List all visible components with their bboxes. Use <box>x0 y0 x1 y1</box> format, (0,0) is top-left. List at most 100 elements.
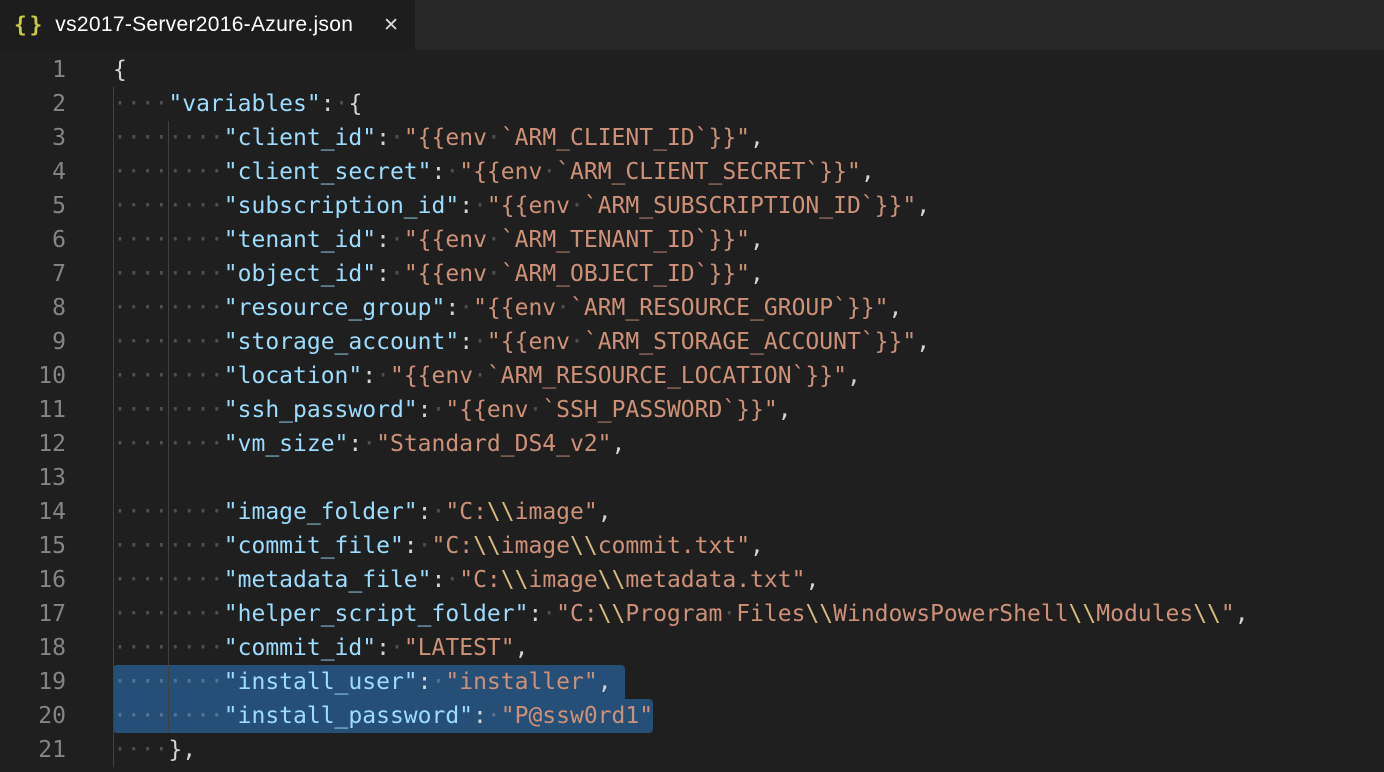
code-token: "{{env <box>473 295 556 321</box>
code-line-8[interactable]: 8········"resource_group":·"{{env·`ARM_R… <box>0 291 1384 325</box>
code-line-5[interactable]: 5········"subscription_id":·"{{env·`ARM_… <box>0 189 1384 223</box>
code-line-3[interactable]: 3········"client_id":·"{{env·`ARM_CLIENT… <box>0 121 1384 155</box>
code-token: "Standard_DS4_v2" <box>376 431 611 457</box>
code-token: , <box>1235 601 1249 627</box>
whitespace-dots: · <box>418 533 432 559</box>
indent-guide <box>168 563 169 597</box>
indent-guide <box>113 87 114 121</box>
line-number: 3 <box>0 121 66 155</box>
indent-guide <box>113 121 114 155</box>
code-line-13[interactable]: 13 <box>0 461 1384 495</box>
indent-guide <box>168 189 169 223</box>
indent-guide <box>168 665 169 699</box>
code-token: `ARM_SUBSCRIPTION_ID`}}" <box>584 193 916 219</box>
line-number: 6 <box>0 223 66 257</box>
code-token: image <box>528 567 597 593</box>
line-number: 2 <box>0 87 66 121</box>
code-token: , <box>750 227 764 253</box>
code-line-14[interactable]: 14········"image_folder":·"C:\\image", <box>0 495 1384 529</box>
close-tab-icon[interactable]: ✕ <box>383 14 399 36</box>
indent-guide <box>113 155 114 189</box>
code-line-16[interactable]: 16········"metadata_file":·"C:\\image\\m… <box>0 563 1384 597</box>
tab-bar: {} vs2017-Server2016-Azure.json ✕ <box>0 0 1384 50</box>
code-line-content: ········"install_password":·"P@ssw0rd1" <box>66 699 1384 733</box>
code-token: }, <box>168 737 196 763</box>
code-token: "C: <box>459 567 501 593</box>
code-token: "P@ssw0rd1" <box>501 703 653 729</box>
code-line-content: ········"ssh_password":·"{{env·`SSH_PASS… <box>66 393 1384 427</box>
code-token: "{{env <box>459 159 542 185</box>
line-number: 18 <box>0 631 66 665</box>
code-token: "location" <box>224 363 362 389</box>
code-line-1[interactable]: 1{ <box>0 53 1384 87</box>
code-token: "{{env <box>404 227 487 253</box>
whitespace-dots: · <box>570 193 584 219</box>
code-line-content: ········"metadata_file":·"C:\\image\\met… <box>66 563 1384 597</box>
code-line-4[interactable]: 4········"client_secret":·"{{env·`ARM_CL… <box>0 155 1384 189</box>
whitespace-dots: ···· <box>113 91 168 117</box>
code-line-content: ····"variables":·{ <box>66 87 1384 121</box>
code-token: , <box>889 295 903 321</box>
indent-guide <box>113 189 114 223</box>
code-line-11[interactable]: 11········"ssh_password":·"{{env·`SSH_PA… <box>0 393 1384 427</box>
indent-guide <box>168 461 169 495</box>
code-line-6[interactable]: 6········"tenant_id":·"{{env·`ARM_TENANT… <box>0 223 1384 257</box>
code-token: "{{env <box>445 397 528 423</box>
code-line-18[interactable]: 18········"commit_id":·"LATEST", <box>0 631 1384 665</box>
indent-guide <box>113 665 114 699</box>
tab-title: vs2017-Server2016-Azure.json <box>55 13 353 37</box>
code-token: , <box>750 125 764 151</box>
indent-guide <box>113 223 114 257</box>
whitespace-dots: ···· <box>113 737 168 763</box>
indent-guide <box>113 427 114 461</box>
code-line-17[interactable]: 17········"helper_script_folder":·"C:\\P… <box>0 597 1384 631</box>
code-token: , <box>847 363 861 389</box>
code-line-21[interactable]: 21····}, <box>0 733 1384 767</box>
line-text: ········"object_id":·"{{env·`ARM_OBJECT_… <box>113 257 764 291</box>
code-token: `ARM_OBJECT_ID`}}" <box>501 261 750 287</box>
indent-guide <box>113 597 114 631</box>
whitespace-dots: · <box>542 159 556 185</box>
indent-guide <box>168 393 169 427</box>
indent-guide <box>113 461 114 495</box>
code-line-10[interactable]: 10········"location":·"{{env·`ARM_RESOUR… <box>0 359 1384 393</box>
code-token: Program <box>625 601 722 627</box>
code-token: , <box>861 159 875 185</box>
code-line-12[interactable]: 12········"vm_size":·"Standard_DS4_v2", <box>0 427 1384 461</box>
code-line-2[interactable]: 2····"variables":·{ <box>0 87 1384 121</box>
code-token: "helper_script_folder" <box>224 601 529 627</box>
code-line-20[interactable]: 20········"install_password":·"P@ssw0rd1… <box>0 699 1384 733</box>
indent-guide <box>168 597 169 631</box>
line-number: 1 <box>0 53 66 87</box>
code-token: image" <box>515 499 598 525</box>
line-number: 17 <box>0 597 66 631</box>
tab-vs2017-server2016-azure-json[interactable]: {} vs2017-Server2016-Azure.json ✕ <box>0 0 415 50</box>
whitespace-dots: · <box>487 125 501 151</box>
code-token: : <box>418 397 432 423</box>
code-line-9[interactable]: 9········"storage_account":·"{{env·`ARM_… <box>0 325 1384 359</box>
editor-pane[interactable]: 1{2····"variables":·{3········"client_id… <box>0 50 1384 767</box>
code-line-7[interactable]: 7········"object_id":·"{{env·`ARM_OBJECT… <box>0 257 1384 291</box>
whitespace-dots: · <box>376 363 390 389</box>
indent-guide <box>168 257 169 291</box>
code-token: "{{env <box>390 363 473 389</box>
code-token: "commit_id" <box>224 635 376 661</box>
code-token: : <box>362 363 376 389</box>
code-token: "storage_account" <box>224 329 459 355</box>
code-line-content: ····}, <box>66 733 1384 767</box>
code-line-15[interactable]: 15········"commit_file":·"C:\\image\\com… <box>0 529 1384 563</box>
line-number: 11 <box>0 393 66 427</box>
code-token: "{{env <box>404 125 487 151</box>
line-number: 20 <box>0 699 66 733</box>
code-token: "install_password" <box>224 703 473 729</box>
indent-guide <box>113 529 114 563</box>
code-token: WindowsPowerShell <box>833 601 1068 627</box>
indent-guide <box>168 121 169 155</box>
code-line-19[interactable]: 19········"install_user":·"installer", <box>0 665 1384 699</box>
whitespace-dots: · <box>487 261 501 287</box>
code-line-content: ········"client_secret":·"{{env·`ARM_CLI… <box>66 155 1384 189</box>
code-token: \\ <box>1193 601 1221 627</box>
indent-guide <box>113 359 114 393</box>
code-token: : <box>376 227 390 253</box>
code-token: "LATEST" <box>404 635 515 661</box>
